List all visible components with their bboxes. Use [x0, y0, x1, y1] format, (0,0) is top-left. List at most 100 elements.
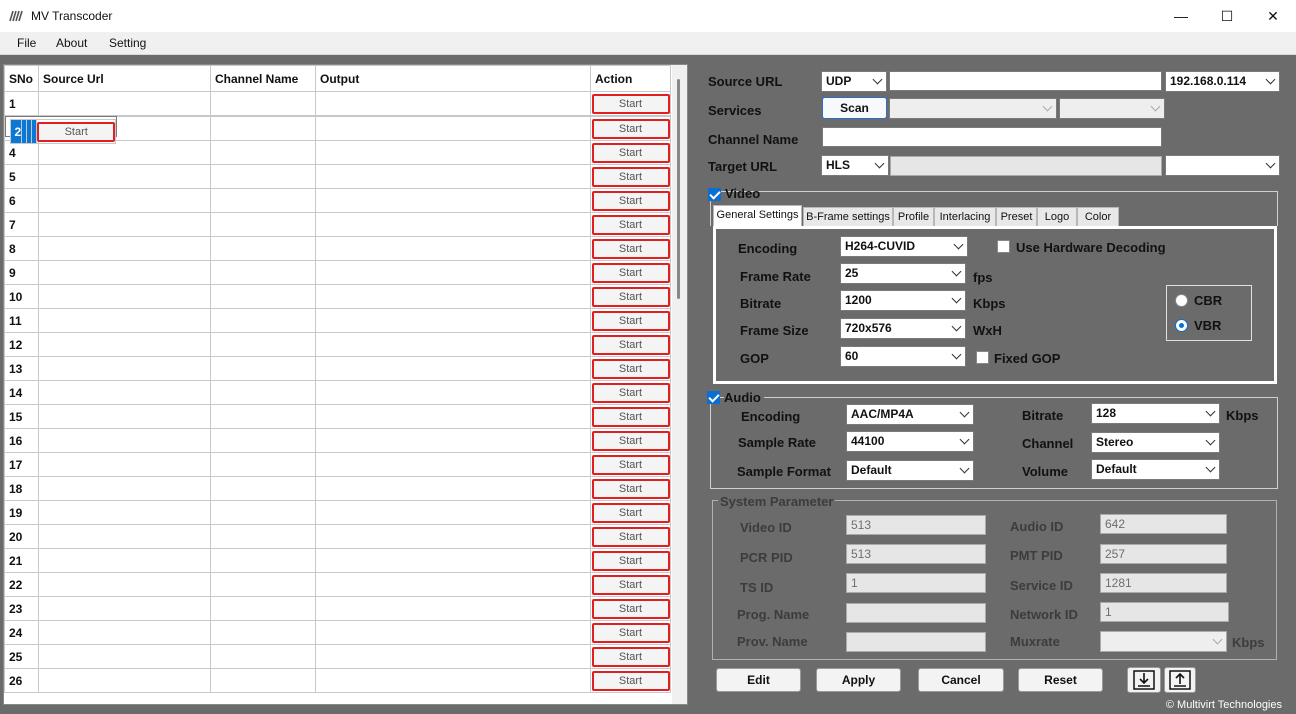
table-row[interactable]: 26 Start — [4, 668, 671, 693]
start-button[interactable]: Start — [591, 214, 670, 235]
prov-name-input[interactable] — [846, 632, 986, 652]
video-encoding-select[interactable]: H264-CUVID — [840, 236, 968, 257]
row-source-url[interactable] — [38, 140, 211, 165]
network-id-input[interactable]: 1 — [1100, 602, 1229, 622]
row-action-cell[interactable]: Start — [590, 620, 671, 645]
minimize-button[interactable]: — — [1158, 0, 1204, 32]
table-row[interactable]: 9 Start — [4, 260, 671, 285]
row-sno[interactable]: 8 — [4, 236, 39, 261]
table-row[interactable]: 10 Start — [4, 284, 671, 309]
row-channel-name[interactable] — [210, 572, 316, 597]
column-header-channel-name[interactable]: Channel Name — [210, 65, 316, 92]
tab-b-frame-settings[interactable]: B-Frame settings — [803, 207, 893, 227]
row-output[interactable] — [315, 308, 591, 333]
video-bitrate-select[interactable]: 1200 — [840, 290, 966, 311]
pmt-pid-input[interactable]: 257 — [1100, 544, 1227, 564]
row-sno[interactable]: 1 — [4, 91, 39, 116]
cancel-button[interactable]: Cancel — [918, 668, 1004, 692]
row-source-url[interactable] — [38, 428, 211, 453]
row-channel-name[interactable] — [210, 188, 316, 213]
row-source-url[interactable] — [38, 380, 211, 405]
row-output[interactable] — [315, 164, 591, 189]
row-sno[interactable]: 10 — [4, 284, 39, 309]
row-output[interactable] — [315, 596, 591, 621]
start-button[interactable]: Start — [591, 406, 670, 427]
row-output[interactable] — [315, 572, 591, 597]
grid-scrollbar[interactable] — [672, 65, 687, 704]
row-channel-name[interactable] — [210, 236, 316, 261]
start-button[interactable]: Start — [591, 382, 670, 403]
row-sno[interactable]: 16 — [4, 428, 39, 453]
row-output[interactable] — [315, 260, 591, 285]
export-button[interactable] — [1164, 667, 1196, 693]
start-button[interactable]: Start — [591, 118, 670, 139]
row-action-cell[interactable]: Start — [590, 548, 671, 573]
row-action-cell[interactable]: Start — [590, 476, 671, 501]
audio-id-input[interactable]: 642 — [1100, 514, 1227, 534]
row-source-url[interactable] — [38, 644, 211, 669]
row-output[interactable] — [315, 380, 591, 405]
row-sno[interactable]: 21 — [4, 548, 39, 573]
row-channel-name[interactable] — [210, 644, 316, 669]
reset-button[interactable]: Reset — [1018, 668, 1103, 692]
row-output[interactable] — [315, 428, 591, 453]
start-button[interactable]: Start — [591, 358, 670, 379]
table-row[interactable]: 15 Start — [4, 404, 671, 429]
vbr-radio[interactable] — [1175, 319, 1188, 332]
start-button[interactable]: Start — [591, 262, 670, 283]
table-row[interactable]: 24 Start — [4, 620, 671, 645]
row-sno[interactable]: 11 — [4, 308, 39, 333]
row-source-url[interactable] — [38, 524, 211, 549]
ts-id-input[interactable]: 1 — [846, 573, 986, 593]
start-button[interactable]: Start — [591, 550, 670, 571]
row-action-cell[interactable]: Start — [36, 119, 117, 144]
sample-format-select[interactable]: Default — [846, 460, 974, 481]
start-button[interactable]: Start — [591, 646, 670, 667]
row-source-url[interactable] — [38, 596, 211, 621]
table-row[interactable]: 22 Start — [4, 572, 671, 597]
start-button[interactable]: Start — [37, 121, 115, 142]
row-output[interactable] — [315, 332, 591, 357]
network-interface-select[interactable]: 192.168.0.114 — [1165, 71, 1280, 92]
row-channel-name[interactable] — [210, 668, 316, 693]
video-enable-checkbox[interactable] — [708, 188, 721, 201]
table-row[interactable]: 2 Start — [4, 116, 118, 144]
row-action-cell[interactable]: Start — [590, 596, 671, 621]
table-row[interactable]: 7 Start — [4, 212, 671, 237]
row-sno[interactable]: 2 — [9, 119, 23, 144]
start-button[interactable]: Start — [591, 334, 670, 355]
row-action-cell[interactable]: Start — [590, 332, 671, 357]
tab-logo[interactable]: Logo — [1037, 207, 1077, 227]
row-sno[interactable]: 7 — [4, 212, 39, 237]
table-row[interactable]: 13 Start — [4, 356, 671, 381]
table-row[interactable]: 20 Start — [4, 524, 671, 549]
start-button[interactable]: Start — [591, 310, 670, 331]
table-row[interactable]: 25 Start — [4, 644, 671, 669]
row-action-cell[interactable]: Start — [590, 164, 671, 189]
row-channel-name[interactable] — [210, 116, 316, 141]
row-channel-name[interactable] — [210, 404, 316, 429]
table-row[interactable]: 14 Start — [4, 380, 671, 405]
row-source-url[interactable] — [38, 452, 211, 477]
row-channel-name[interactable] — [210, 260, 316, 285]
tab-color[interactable]: Color — [1077, 207, 1119, 227]
row-source-url[interactable] — [38, 212, 211, 237]
start-button[interactable]: Start — [591, 238, 670, 259]
target-url-input[interactable] — [890, 156, 1162, 176]
target-option-select[interactable] — [1165, 155, 1280, 176]
row-source-url[interactable] — [38, 500, 211, 525]
row-action-cell[interactable]: Start — [590, 644, 671, 669]
row-channel-name[interactable] — [210, 476, 316, 501]
menu-about[interactable]: About — [56, 36, 87, 50]
table-row[interactable]: 5 Start — [4, 164, 671, 189]
row-source-url[interactable] — [38, 188, 211, 213]
row-channel-name[interactable] — [210, 332, 316, 357]
row-channel-name[interactable] — [210, 284, 316, 309]
table-row[interactable]: 16 Start — [4, 428, 671, 453]
start-button[interactable]: Start — [591, 142, 670, 163]
row-channel-name[interactable] — [210, 356, 316, 381]
tab-profile[interactable]: Profile — [893, 207, 934, 227]
muxrate-select[interactable] — [1100, 631, 1227, 652]
row-source-url[interactable] — [38, 91, 211, 116]
start-button[interactable]: Start — [591, 478, 670, 499]
